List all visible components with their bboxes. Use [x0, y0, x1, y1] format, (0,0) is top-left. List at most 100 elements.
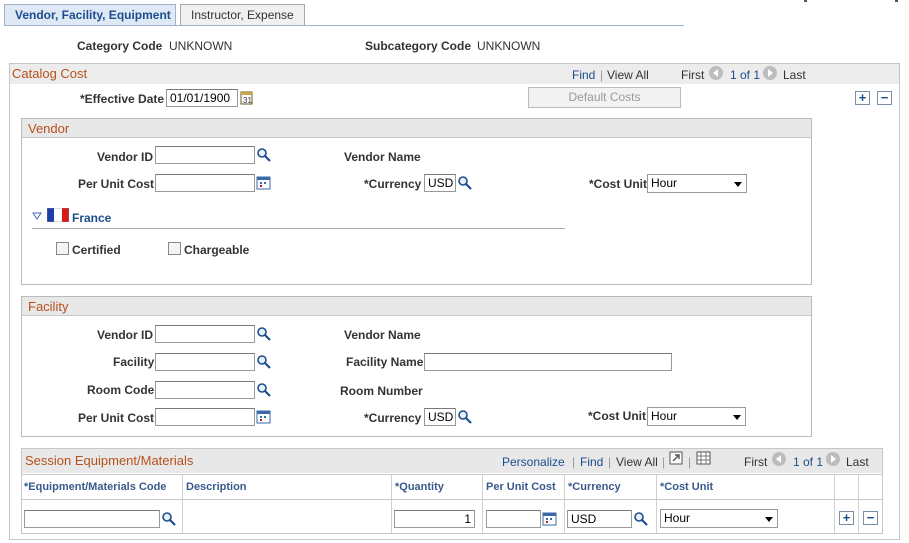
- chargeable-checkbox[interactable]: [168, 242, 181, 255]
- vendor-currency-input[interactable]: USD: [424, 174, 456, 192]
- catalog-cost-title: Catalog Cost: [12, 66, 88, 81]
- col-description[interactable]: Description: [186, 481, 247, 493]
- vendor-id-search-icon[interactable]: [256, 147, 272, 163]
- catalog-nav-separator: |: [600, 68, 604, 82]
- facility-section-header: Facility: [22, 297, 811, 316]
- chevron-down-icon: [734, 182, 742, 187]
- equipment-next-arrow-icon[interactable]: [826, 452, 840, 466]
- facility-input[interactable]: [155, 353, 255, 371]
- catalog-add-row-button[interactable]: +: [855, 91, 870, 105]
- equipment-code-input[interactable]: [24, 510, 160, 528]
- equipment-currency-input[interactable]: USD: [567, 510, 632, 528]
- tab-instructor-expense[interactable]: Instructor, Expense: [180, 4, 305, 25]
- top-right-fragment-2: [895, 0, 898, 2]
- equipment-delete-row-button[interactable]: −: [863, 511, 878, 525]
- certified-checkbox[interactable]: [56, 242, 69, 255]
- equipment-cost-calculator-icon[interactable]: [542, 511, 558, 527]
- effective-date-label: *Effective Date: [80, 92, 165, 106]
- equipment-currency-search-icon[interactable]: [633, 511, 649, 527]
- france-divider: [32, 228, 565, 229]
- col-cost-unit[interactable]: *Cost Unit: [660, 481, 713, 493]
- catalog-view-all: View All: [607, 68, 649, 82]
- subcategory-code-value: UNKNOWN: [477, 39, 541, 53]
- effective-date-input[interactable]: 01/01/1900: [166, 89, 238, 107]
- grid-divider: [656, 474, 657, 534]
- chevron-down-icon: [765, 517, 773, 522]
- equipment-add-row-button[interactable]: +: [839, 511, 854, 525]
- catalog-last-label: Last: [783, 68, 806, 82]
- col-quantity[interactable]: *Quantity: [395, 481, 444, 493]
- facility-vendor-id-search-icon[interactable]: [256, 326, 272, 342]
- vendor-cost-calculator-icon[interactable]: [256, 175, 272, 191]
- vendor-section: Vendor: [21, 118, 812, 285]
- facility-vendor-id-input[interactable]: [155, 325, 255, 343]
- equipment-per-unit-cost-input[interactable]: [486, 510, 541, 528]
- facility-currency-input[interactable]: USD: [424, 408, 456, 426]
- collapse-triangle-icon[interactable]: [32, 211, 42, 221]
- download-spreadsheet-icon[interactable]: [696, 451, 711, 465]
- col-per-unit-cost[interactable]: Per Unit Cost: [486, 481, 556, 493]
- catalog-first-label: First: [681, 68, 705, 82]
- vendor-currency-label: *Currency: [364, 177, 422, 191]
- equipment-nav-separator-2: |: [608, 455, 612, 469]
- grid-divider: [858, 474, 859, 534]
- certified-label: Certified: [72, 243, 121, 257]
- facility-label: Facility: [113, 355, 155, 369]
- zoom-grid-icon[interactable]: [669, 451, 683, 465]
- personalize-link[interactable]: Personalize: [502, 455, 565, 469]
- room-code-search-icon[interactable]: [256, 382, 272, 398]
- chevron-down-icon: [733, 415, 741, 420]
- equipment-quantity-input[interactable]: 1: [394, 510, 475, 528]
- equipment-nav-separator-1: |: [572, 455, 576, 469]
- vendor-section-header: Vendor: [22, 119, 811, 138]
- equipment-code-search-icon[interactable]: [161, 511, 177, 527]
- facility-currency-search-icon[interactable]: [457, 409, 473, 425]
- facility-cost-unit-select[interactable]: Hour: [647, 407, 746, 426]
- catalog-delete-row-button[interactable]: −: [877, 91, 892, 105]
- equipment-cost-unit-select[interactable]: Hour: [660, 509, 778, 528]
- grid-divider: [834, 474, 835, 534]
- facility-vendor-id-label: Vendor ID: [97, 328, 154, 342]
- vendor-currency-search-icon[interactable]: [457, 175, 473, 191]
- col-equipment-code[interactable]: *Equipment/Materials Code: [24, 481, 166, 493]
- grid-divider: [182, 474, 183, 534]
- facility-section-title: Facility: [28, 299, 69, 314]
- vendor-cost-unit-select[interactable]: Hour: [647, 174, 747, 193]
- facility-name-input[interactable]: [424, 353, 672, 371]
- equipment-grid-column-header: *Equipment/Materials Code Description *Q…: [22, 474, 882, 500]
- default-costs-button[interactable]: Default Costs: [528, 87, 681, 108]
- vendor-section-title: Vendor: [28, 121, 70, 136]
- category-code-value: UNKNOWN: [169, 39, 233, 53]
- equipment-find-link[interactable]: Find: [580, 455, 603, 469]
- top-right-fragment: [804, 0, 807, 2]
- facility-cost-unit-value: Hour: [651, 409, 678, 423]
- facility-vendor-name-label: Vendor Name: [344, 328, 421, 342]
- facility-cost-calculator-icon[interactable]: [256, 409, 272, 425]
- equipment-nav-separator-3: |: [662, 455, 666, 469]
- grid-divider: [391, 474, 392, 534]
- catalog-prev-arrow-icon[interactable]: [709, 66, 723, 80]
- vendor-cost-unit-label: *Cost Unit: [589, 177, 647, 191]
- col-currency[interactable]: *Currency: [568, 481, 621, 493]
- france-flag-icon: [47, 208, 69, 222]
- facility-cost-unit-label: *Cost Unit: [588, 409, 646, 423]
- catalog-page-count: 1 of 1: [730, 68, 761, 82]
- tab-baseline: [4, 25, 684, 26]
- catalog-next-arrow-icon[interactable]: [763, 66, 777, 80]
- vendor-id-input[interactable]: [155, 146, 255, 164]
- catalog-find-link[interactable]: Find: [572, 68, 595, 82]
- room-number-label: Room Number: [340, 384, 423, 398]
- equipment-cost-unit-value: Hour: [664, 511, 691, 525]
- france-country-label[interactable]: France: [72, 211, 111, 225]
- equipment-prev-arrow-icon[interactable]: [772, 452, 786, 466]
- vendor-name-label: Vendor Name: [344, 150, 421, 164]
- vendor-id-label: Vendor ID: [97, 150, 154, 164]
- vendor-per-unit-cost-input[interactable]: [155, 174, 255, 192]
- facility-per-unit-cost-input[interactable]: [155, 408, 255, 426]
- chargeable-label: Chargeable: [184, 243, 250, 257]
- tab-vendor-facility-equipment[interactable]: Vendor, Facility, Equipment: [4, 4, 176, 25]
- calendar-icon[interactable]: 31: [239, 90, 255, 106]
- room-code-input[interactable]: [155, 381, 255, 399]
- facility-search-icon[interactable]: [256, 354, 272, 370]
- vendor-cost-unit-value: Hour: [651, 176, 678, 190]
